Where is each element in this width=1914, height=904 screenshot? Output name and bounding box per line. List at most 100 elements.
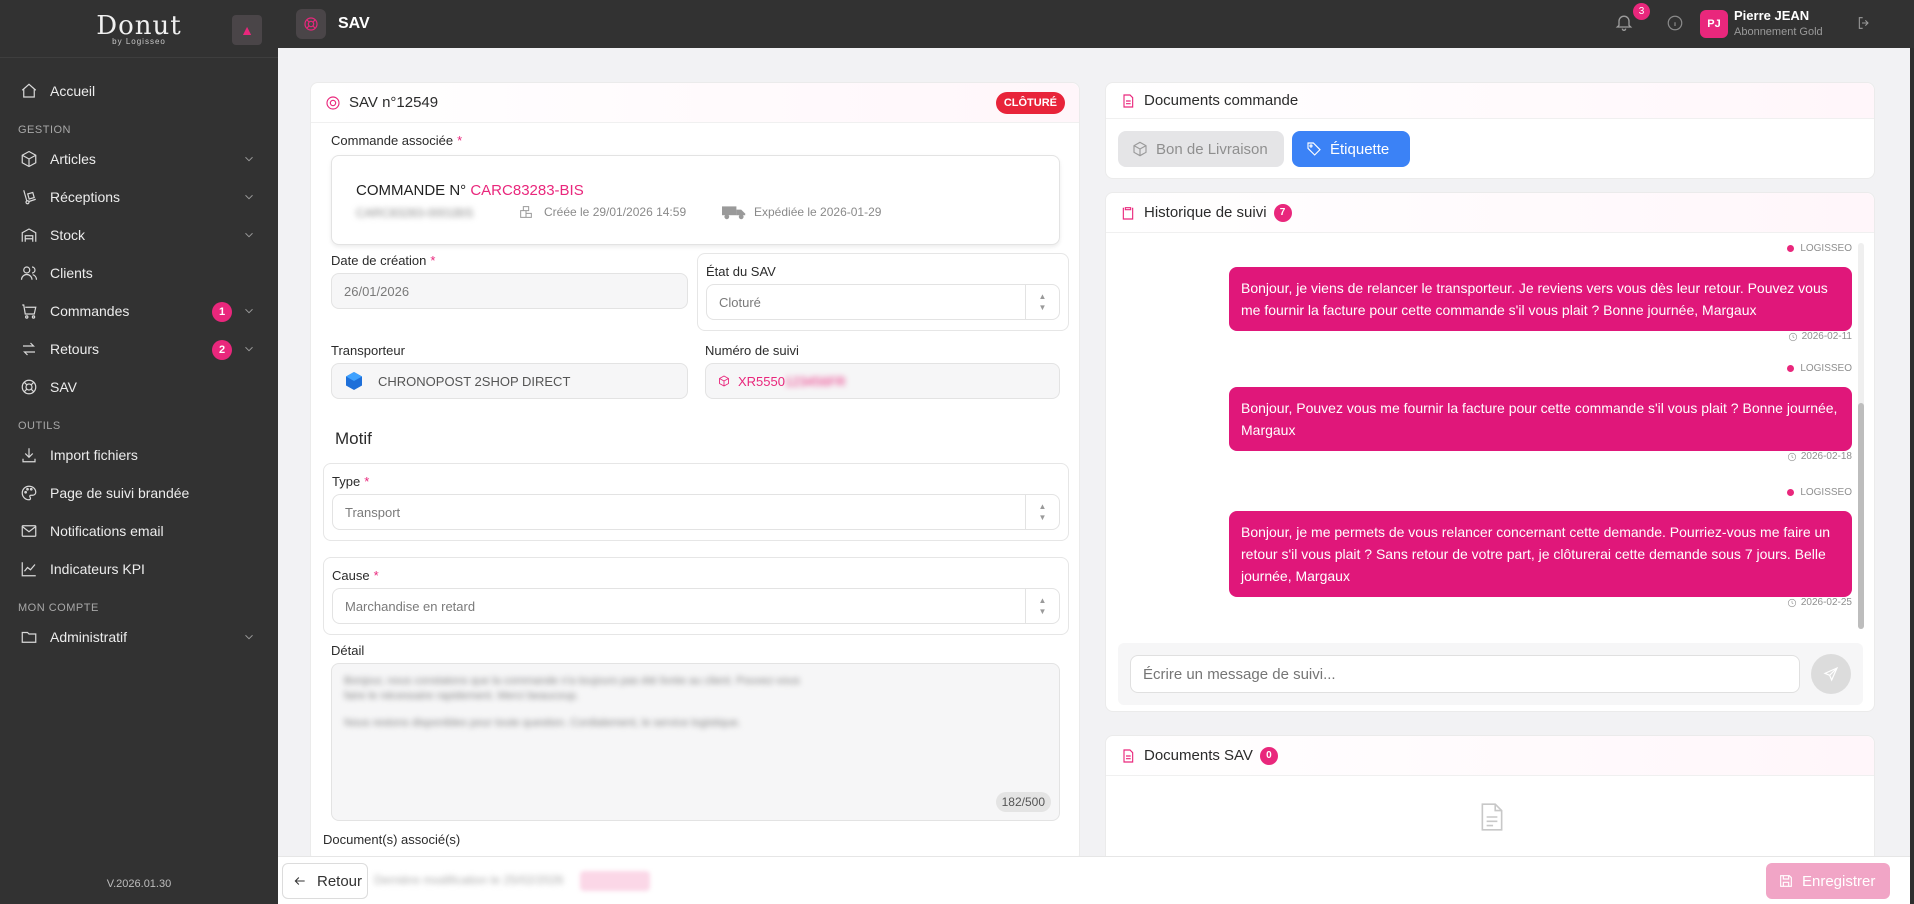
message-author: LOGISSEO [1787,363,1852,374]
bon-livraison-button[interactable]: Bon de Livraison [1118,131,1284,167]
send-button[interactable] [1811,654,1851,694]
back-button[interactable]: Retour [282,863,368,899]
type-select[interactable]: Transport ▲ ▼ [332,494,1060,530]
etat-sav-label: État du SAV [706,264,776,279]
sidebar-item-retours[interactable]: Retours 2 [0,330,278,368]
sidebar-nav: Accueil GESTION Articles Réceptions Stock Cli… [0,58,278,656]
suivi-label: Numéro de suivi [705,343,799,358]
messages-scrollbar-thumb[interactable] [1858,403,1864,629]
message-bubble: Bonjour, je me permets de vous relancer … [1229,511,1852,597]
date-creation-field[interactable]: 26/01/2026 [331,273,688,309]
message-input[interactable] [1130,655,1800,693]
chevron-down-icon [242,190,256,204]
detail-label: Détail [331,643,365,658]
transporteur-field[interactable]: CHRONOPOST 2SHOP DIRECT [331,363,688,399]
document-icon [1123,748,1134,763]
sav-card: SAV n°12549 CLÔTURÉ Commande associée * C… [310,82,1080,862]
sidebar-item-label: Retours [50,341,100,357]
detail-line-2: faire le nécessaire rapidement. Merci be… [344,690,579,702]
pin-icon: ▲ [240,22,254,38]
documents-commande-title: Documents commande [1144,92,1299,109]
clipboard-icon [1122,206,1134,220]
type-label: Type * [332,474,370,489]
etat-sav-select[interactable]: Cloturé ▲ ▼ [706,284,1060,320]
tag-icon [1307,142,1321,156]
scrollbar-track[interactable] [1910,48,1914,904]
cause-select[interactable]: Marchandise en retard ▲ ▼ [332,588,1060,624]
chronopost-logo-icon [346,372,362,390]
nav-section-outils: OUTILS [18,420,61,432]
sidebar-item-label: SAV [50,379,77,395]
logout-icon [1858,17,1869,29]
message-composer [1118,643,1863,705]
commande-number[interactable]: CARC83283-BIS [470,182,583,199]
sidebar-item-administratif[interactable]: Administratif [0,618,278,656]
chevron-down-icon [242,630,256,644]
footer-hidden-status: Dernière modification le 25/02/2026 [374,873,564,887]
pin-sidebar-button[interactable]: ▲ [232,15,262,45]
home-icon [18,80,40,102]
info-icon [1667,15,1683,31]
chevron-down-icon [242,304,256,318]
boxes-icon [520,206,532,218]
etiquette-button[interactable]: Étiquette [1292,131,1410,167]
dolly-icon [18,186,40,208]
detail-line-3: Nous restons disponibles pour toute ques… [344,717,741,729]
sidebar-item-label: Clients [50,265,93,281]
notifications-button[interactable]: 3 [1614,3,1650,36]
sidebar-item-label: Commandes [50,303,130,319]
avatar[interactable]: PJ [1700,10,1728,38]
sidebar-item-articles[interactable]: Articles [0,140,278,178]
send-icon [1823,666,1839,682]
sidebar-item-receptions[interactable]: Réceptions [0,178,278,216]
stock-icon [18,224,40,246]
commande-selector[interactable]: COMMANDE N° CARC83283-BIS CARC83283-0001… [331,155,1060,245]
save-button[interactable]: Enregistrer [1766,863,1890,899]
sav-title: SAV n°12549 [349,94,439,111]
messages-scrollbar[interactable] [1858,243,1864,629]
sidebar-item-import-fichiers[interactable]: Import fichiers [0,436,278,474]
sidebar-item-commandes[interactable]: Commandes 1 [0,292,278,330]
package-icon [719,375,729,387]
chart-icon [18,558,40,580]
mail-icon [18,520,40,542]
historique-title: Historique de suivi [1144,204,1267,221]
message-author: LOGISSEO [1787,243,1852,254]
chevron-updown-icon: ▲ ▼ [1025,495,1059,529]
notification-count-badge: 3 [1633,3,1650,20]
sidebar-item-label: Indicateurs KPI [50,561,145,577]
type-group: Type * Transport ▲ ▼ [323,463,1069,541]
info-button[interactable] [1666,14,1684,32]
sidebar-item-label: Articles [50,151,96,167]
arrow-left-icon [294,877,305,885]
message-date: 2026-02-18 [1787,451,1852,462]
sav-card-header: SAV n°12549 CLÔTURÉ [311,83,1079,123]
topbar: SAV 3 PJ Pierre JEAN Abonnement Gold [278,0,1914,48]
detail-textarea[interactable]: Bonjour, nous constatons que la commande… [331,663,1060,821]
sidebar-item-notifications-email[interactable]: Notifications email [0,512,278,550]
clock-icon [1787,598,1796,607]
sidebar-item-clients[interactable]: Clients [0,254,278,292]
message-bubble: Bonjour, Pouvez vous me fournir la factu… [1229,387,1852,451]
logout-button[interactable] [1856,15,1874,33]
bell-icon [1615,15,1633,31]
date-creation-label: Date de création * [331,253,436,268]
sidebar-item-badge: 1 [212,302,232,322]
sidebar-item-label: Administratif [50,629,128,645]
folder-icon [18,626,40,648]
suivi-field[interactable]: XR5550 123456FR [705,363,1060,399]
logo[interactable]: Donut by Logisseo [96,11,181,46]
sidebar-item-indicateurs-kpi[interactable]: Indicateurs KPI [0,550,278,588]
sidebar-item-page-de-suivi-brandee[interactable]: Page de suivi brandée [0,474,278,512]
footer-bar: Retour Dernière modification le 25/02/20… [278,856,1910,904]
suivi-number[interactable]: XR5550 [738,374,785,389]
sidebar-item-sav[interactable]: SAV [0,368,278,406]
nav-section-mon-compte: MON COMPTE [18,602,99,614]
sidebar-item-accueil[interactable]: Accueil [0,72,278,110]
cart-icon [18,300,40,322]
status-badge: CLÔTURÉ [995,92,1065,114]
nav-section-gestion: GESTION [18,124,72,136]
palette-icon [18,482,40,504]
sidebar-item-stock[interactable]: Stock [0,216,278,254]
empty-document-icon [1481,803,1503,831]
